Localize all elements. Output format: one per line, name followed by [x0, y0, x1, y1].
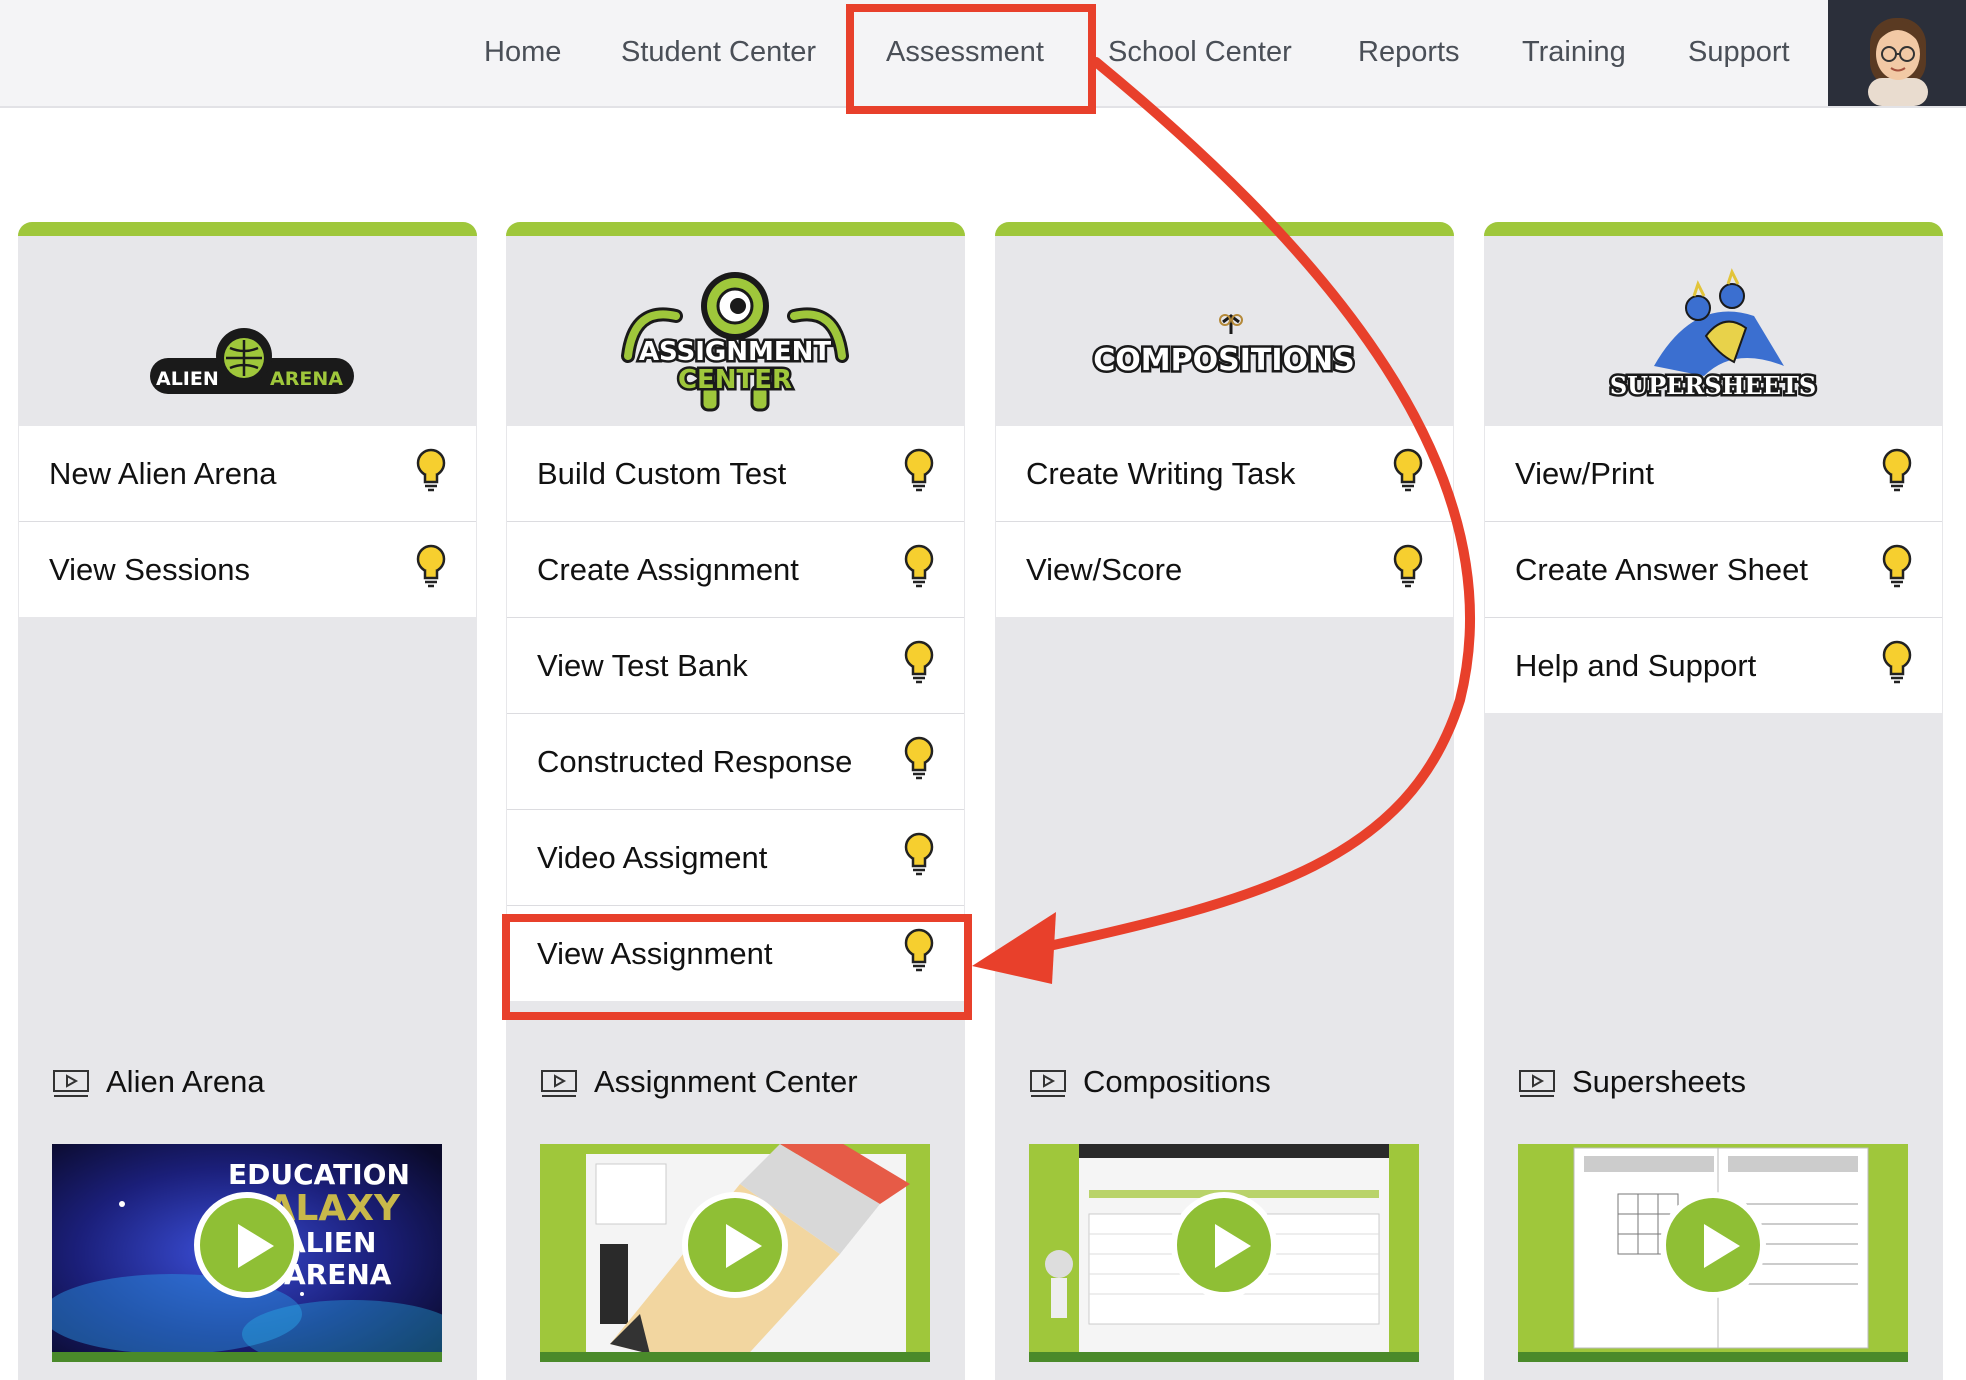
card-accent-bar — [995, 222, 1454, 236]
menu-item-label: View Assignment — [537, 936, 773, 971]
svg-text:ARENA: ARENA — [284, 1258, 392, 1291]
play-icon[interactable] — [194, 1192, 300, 1298]
nav-student-center[interactable]: Student Center — [621, 0, 816, 104]
nav-training[interactable]: Training — [1522, 0, 1626, 104]
video-title-label: Compositions — [1083, 1064, 1271, 1099]
video-screen-icon — [1030, 1069, 1066, 1097]
card-accent-bar — [506, 222, 965, 236]
menu-item-label: New Alien Arena — [49, 456, 277, 491]
menu-item-label: Video Assigment — [537, 840, 768, 875]
svg-text:SUPERSHEETS: SUPERSHEETS — [1610, 371, 1816, 400]
svg-text:EDUCATION: EDUCATION — [228, 1158, 410, 1191]
menu-item-create-answer-sheet[interactable]: Create Answer Sheet — [1485, 522, 1942, 618]
menu-item-help-and-support[interactable]: Help and Support — [1485, 618, 1942, 713]
video-title-compositions[interactable]: Compositions — [1029, 1060, 1271, 1104]
play-icon[interactable] — [1171, 1192, 1277, 1298]
card-accent-bar — [1484, 222, 1943, 236]
nav-school-center[interactable]: School Center — [1108, 0, 1292, 104]
menu-item-view-print[interactable]: View/Print — [1485, 426, 1942, 522]
menu-item-label: View Test Bank — [537, 648, 748, 683]
video-title-supersheets[interactable]: Supersheets — [1518, 1060, 1746, 1104]
compositions-menu: Create Writing Task View/Score — [996, 426, 1453, 617]
lightbulb-icon[interactable] — [1391, 448, 1425, 492]
lightbulb-icon[interactable] — [902, 640, 936, 684]
top-navigation-bar: Home Student Center Assessment School Ce… — [0, 0, 1966, 108]
video-title-label: Alien Arena — [106, 1064, 265, 1099]
card-assignment-center: ASSIGNMENT CENTER Build Custom Test Crea… — [506, 222, 965, 1380]
lightbulb-icon[interactable] — [902, 544, 936, 588]
nav-home[interactable]: Home — [484, 0, 561, 104]
lightbulb-icon[interactable] — [902, 832, 936, 876]
menu-item-label: Create Writing Task — [1026, 456, 1296, 491]
menu-item-label: Create Answer Sheet — [1515, 552, 1808, 587]
lightbulb-icon[interactable] — [1880, 544, 1914, 588]
menu-item-label: Help and Support — [1515, 648, 1757, 683]
lightbulb-icon[interactable] — [414, 544, 448, 588]
assignment-center-logo: ASSIGNMENT CENTER — [506, 236, 965, 426]
lightbulb-icon[interactable] — [1391, 544, 1425, 588]
supersheets-menu: View/Print Create Answer Sheet Help and … — [1485, 426, 1942, 713]
menu-item-view-score[interactable]: View/Score — [996, 522, 1453, 617]
lightbulb-icon[interactable] — [414, 448, 448, 492]
menu-item-new-alien-arena[interactable]: New Alien Arena — [19, 426, 476, 522]
svg-text:COMPOSITIONS: COMPOSITIONS — [1093, 343, 1354, 378]
menu-item-view-sessions[interactable]: View Sessions — [19, 522, 476, 617]
svg-text:ARENA: ARENA — [270, 368, 343, 390]
card-supersheets: SUPERSHEETS View/Print Create Answer She… — [1484, 222, 1943, 1380]
alien-arena-menu: New Alien Arena View Sessions — [19, 426, 476, 617]
nav-reports[interactable]: Reports — [1358, 0, 1460, 104]
svg-text:ALIEN: ALIEN — [156, 368, 219, 390]
video-thumbnail-alien-arena[interactable]: EDUCATION GALAXY ALIEN ARENA — [52, 1144, 442, 1362]
lightbulb-icon[interactable] — [902, 736, 936, 780]
menu-item-label: View/Print — [1515, 456, 1654, 491]
video-screen-icon — [541, 1069, 577, 1097]
lightbulb-icon[interactable] — [1880, 640, 1914, 684]
video-screen-icon — [1519, 1069, 1555, 1097]
nav-support[interactable]: Support — [1688, 0, 1790, 104]
avatar — [1868, 18, 1928, 106]
play-icon[interactable] — [682, 1192, 788, 1298]
compositions-logo: COMPOSITIONS — [995, 236, 1454, 426]
menu-item-build-custom-test[interactable]: Build Custom Test — [507, 426, 964, 522]
video-thumbnail-compositions[interactable] — [1029, 1144, 1419, 1362]
card-alien-arena: ALIEN ARENA New Alien Arena View Session… — [18, 222, 477, 1380]
menu-item-label: View/Score — [1026, 552, 1183, 587]
video-thumbnail-assignment-center[interactable] — [540, 1144, 930, 1362]
lightbulb-icon[interactable] — [1880, 448, 1914, 492]
lightbulb-icon[interactable] — [902, 448, 936, 492]
menu-item-label: Constructed Response — [537, 744, 853, 779]
assignment-center-menu: Build Custom Test Create Assignment View… — [507, 426, 964, 1001]
menu-item-constructed-response[interactable]: Constructed Response — [507, 714, 964, 810]
video-thumbnail-supersheets[interactable] — [1518, 1144, 1908, 1362]
card-accent-bar — [18, 222, 477, 236]
menu-item-label: Build Custom Test — [537, 456, 787, 491]
menu-item-view-assignment[interactable]: View Assignment — [507, 906, 964, 1001]
video-title-assignment-center[interactable]: Assignment Center — [540, 1060, 858, 1104]
svg-text:ASSIGNMENT: ASSIGNMENT — [639, 337, 832, 367]
nav-assessment[interactable]: Assessment — [886, 0, 1044, 104]
menu-item-label: View Sessions — [49, 552, 251, 587]
video-title-label: Supersheets — [1572, 1064, 1747, 1099]
video-title-alien-arena[interactable]: Alien Arena — [52, 1060, 265, 1104]
menu-item-video-assignment[interactable]: Video Assigment — [507, 810, 964, 906]
supersheets-logo: SUPERSHEETS — [1484, 236, 1943, 426]
menu-item-view-test-bank[interactable]: View Test Bank — [507, 618, 964, 714]
user-avatar-button[interactable] — [1828, 0, 1966, 106]
alien-arena-logo: ALIEN ARENA — [18, 236, 477, 426]
menu-item-label: Create Assignment — [537, 552, 799, 587]
svg-text:CENTER: CENTER — [678, 365, 792, 395]
lightbulb-icon[interactable] — [902, 928, 936, 972]
play-icon[interactable] — [1660, 1192, 1766, 1298]
video-screen-icon — [53, 1069, 89, 1097]
menu-item-create-assignment[interactable]: Create Assignment — [507, 522, 964, 618]
card-compositions: COMPOSITIONS Create Writing Task View/Sc… — [995, 222, 1454, 1380]
menu-item-create-writing-task[interactable]: Create Writing Task — [996, 426, 1453, 522]
video-title-label: Assignment Center — [594, 1064, 858, 1099]
